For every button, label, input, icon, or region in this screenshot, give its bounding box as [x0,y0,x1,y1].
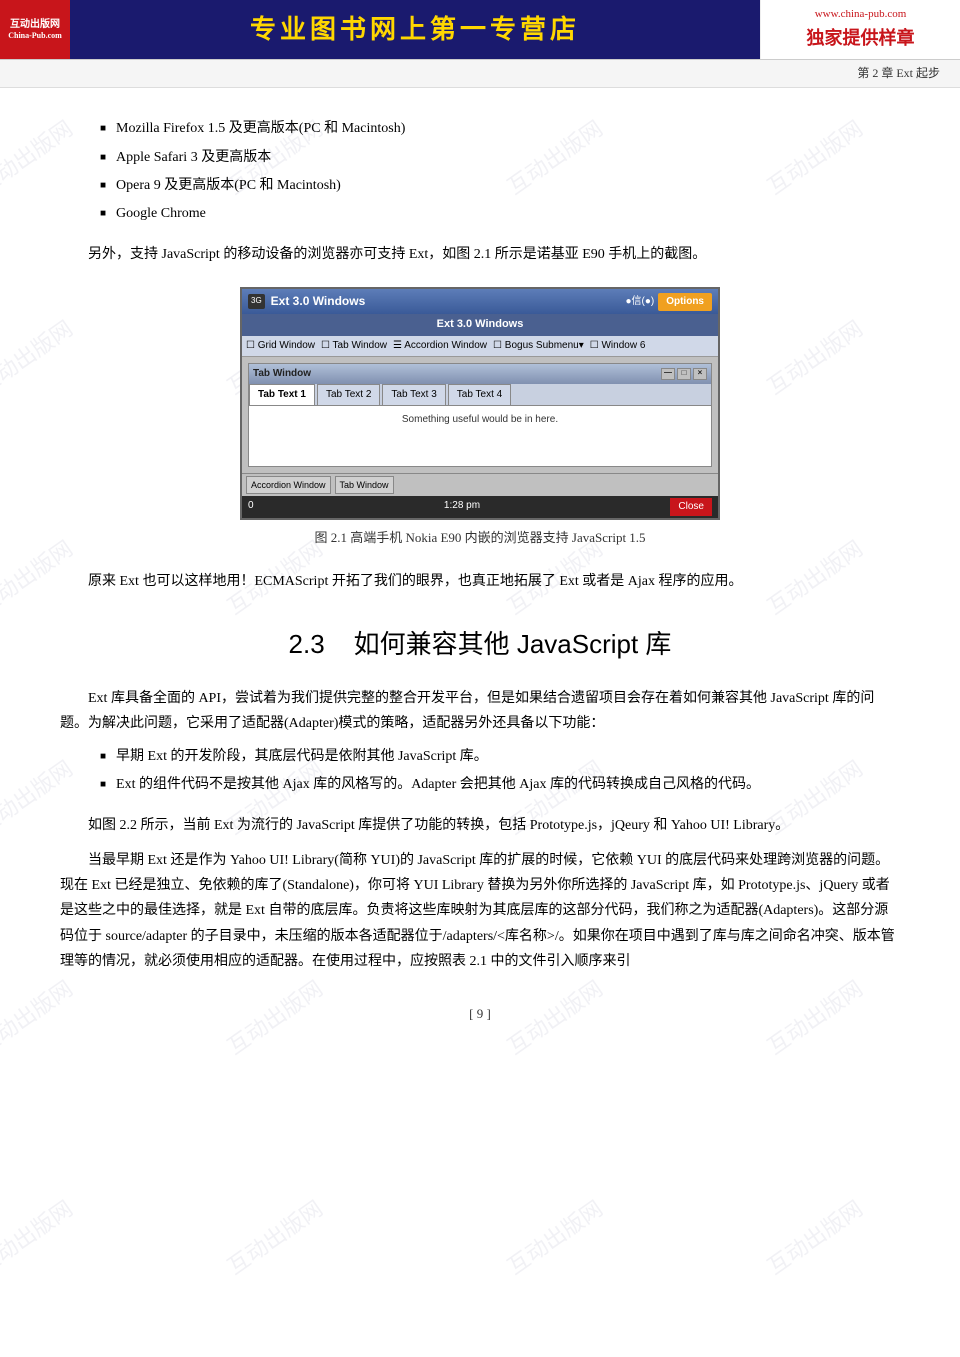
ss-bottom-item-1: Accordion Window [246,476,331,494]
ss-toolbar-item: ☐ Tab Window [321,338,387,354]
ss-options-btn: Options [658,293,712,311]
list-item-text: Ext 的组件代码不是按其他 Ajax 库的风格写的。Adapter 会把其他 … [116,774,760,796]
ss-status-left: 0 [248,498,254,516]
watermark: 互动出版网 [220,1192,330,1284]
paragraph-2: 原来 Ext 也可以这样地用！ECMAScript 开拓了我们的眼界，也真正地拓… [60,569,900,594]
watermark: 互动出版网 [500,1192,610,1284]
list-item-text: Google Chrome [116,203,206,225]
ss-bottom-item-2: Tab Window [335,476,394,494]
paragraph-1: 另外，支持 JavaScript 的移动设备的浏览器亦可支持 Ext，如图 2.… [60,242,900,267]
list-item: Ext 的组件代码不是按其他 Ajax 库的风格写的。Adapter 会把其他 … [100,774,900,796]
page-wrapper: 互动出版网 互动出版网 互动出版网 互动出版网 互动出版网 互动出版网 互动出版… [0,0,960,1357]
ss-inner-controls: — □ × [661,368,707,380]
page-number: [ 9 ] [60,1004,900,1025]
ss-tab-2: Tab Text 2 [317,384,380,405]
ss-tab-4: Tab Text 4 [448,384,511,405]
ss-tabs: Tab Text 1 Tab Text 2 Tab Text 3 Tab Tex… [249,384,711,406]
ss-close-btn-inner: × [693,368,707,380]
header-logo: 互动出版网 China-Pub.com [0,0,70,59]
list-item: Mozilla Firefox 1.5 及更高版本(PC 和 Macintosh… [100,118,900,140]
ss-status-close: Close [670,498,712,516]
bullet-list-1: Mozilla Firefox 1.5 及更高版本(PC 和 Macintosh… [100,118,900,226]
ss-toolbar-item: ☐ Bogus Submenu▾ [493,338,584,354]
ss-inner-window: Tab Window — □ × Tab Text 1 Tab Text 2 T… [248,363,712,467]
watermark: 互动出版网 [760,1192,870,1284]
figure-container: 3G Ext 3.0 Windows ●信(●) Options Ext 3.0… [230,287,730,549]
paragraph-3: Ext 库具备全面的 API，尝试着为我们提供完整的整合开发平台，但是如果结合遗… [60,686,900,736]
ss-toolbar-item: ☰ Accordion Window [393,338,487,354]
ss-toolbar-item: ☐ Grid Window [246,338,315,354]
ss-minimize-btn: — [661,368,675,380]
header-url: www.china-pub.com [815,6,907,24]
list-item: Apple Safari 3 及更高版本 [100,147,900,169]
ss-menubar: Ext 3.0 Windows [242,314,718,336]
ss-inner-titlebar: Tab Window — □ × [249,364,711,384]
paragraph-4: 如图 2.2 所示，当前 Ext 为流行的 JavaScript 库提供了功能的… [60,813,900,838]
list-item-text: Mozilla Firefox 1.5 及更高版本(PC 和 Macintosh… [116,118,405,140]
logo-text: 互动出版网 China-Pub.com [8,19,62,41]
header-slogan: 独家提供样章 [807,24,915,53]
list-item: Google Chrome [100,203,900,225]
list-item: 早期 Ext 的开发阶段，其底层代码是依附其他 JavaScript 库。 [100,746,900,768]
ss-inner-title: Tab Window [253,366,311,382]
list-item-text: Apple Safari 3 及更高版本 [116,147,271,169]
ss-signal: ●信(●) [625,294,654,310]
list-item-text: 早期 Ext 的开发阶段，其底层代码是依附其他 JavaScript 库。 [116,746,488,768]
section-number: 2.3 [289,629,325,659]
screenshot-mock: 3G Ext 3.0 Windows ●信(●) Options Ext 3.0… [240,287,720,520]
ss-statusbar: 0 1:28 pm Close [242,496,718,518]
content-area: Mozilla Firefox 1.5 及更高版本(PC 和 Macintosh… [0,88,960,1055]
ss-title-left: 3G Ext 3.0 Windows [248,292,365,311]
ss-3g-icon: 3G [248,294,265,309]
header-title-area: 专业图书网上第一专营店 [70,0,760,59]
ss-toolbar-item: ☐ Window 6 [590,338,646,354]
ss-title-text: Ext 3.0 Windows [271,292,366,311]
ss-tab-3: Tab Text 3 [382,384,445,405]
logo-line1: 互动出版网 [8,19,62,31]
list-item-text: Opera 9 及更高版本(PC 和 Macintosh) [116,175,341,197]
ss-maximize-btn: □ [677,368,691,380]
watermark: 互动出版网 [0,1192,80,1284]
ss-bottom-bar: Accordion Window Tab Window [242,473,718,496]
ss-toolbar: ☐ Grid Window ☐ Tab Window ☰ Accordion W… [242,336,718,357]
header: 互动出版网 China-Pub.com 专业图书网上第一专营店 www.chin… [0,0,960,60]
ss-content-area: Something useful would be in here. [249,406,711,466]
paragraph-5: 当最早期 Ext 还是作为 Yahoo UI! Library(简称 YUI)的… [60,848,900,974]
list-item: Opera 9 及更高版本(PC 和 Macintosh) [100,175,900,197]
section-title: 如何兼容其他 JavaScript 库 [354,629,672,659]
figure-caption: 图 2.1 高端手机 Nokia E90 内嵌的浏览器支持 JavaScript… [230,528,730,549]
section-heading: 2.3 如何兼容其他 JavaScript 库 [60,624,900,666]
bullet-list-2: 早期 Ext 的开发阶段，其底层代码是依附其他 JavaScript 库。 Ex… [100,746,900,797]
chapter-bar-text: 第 2 章 Ext 起步 [857,66,940,80]
ss-titlebar: 3G Ext 3.0 Windows ●信(●) Options [242,289,718,314]
header-right: www.china-pub.com 独家提供样章 [760,0,960,59]
logo-line2: China-Pub.com [8,31,62,41]
header-title-text: 专业图书网上第一专营店 [250,9,580,51]
ss-tab-1: Tab Text 1 [249,384,315,405]
ss-content-text: Something useful would be in here. [402,414,558,425]
ss-status-time: 1:28 pm [444,498,480,516]
ss-title-right: ●信(●) Options [625,293,712,311]
chapter-bar: 第 2 章 Ext 起步 [0,60,960,88]
